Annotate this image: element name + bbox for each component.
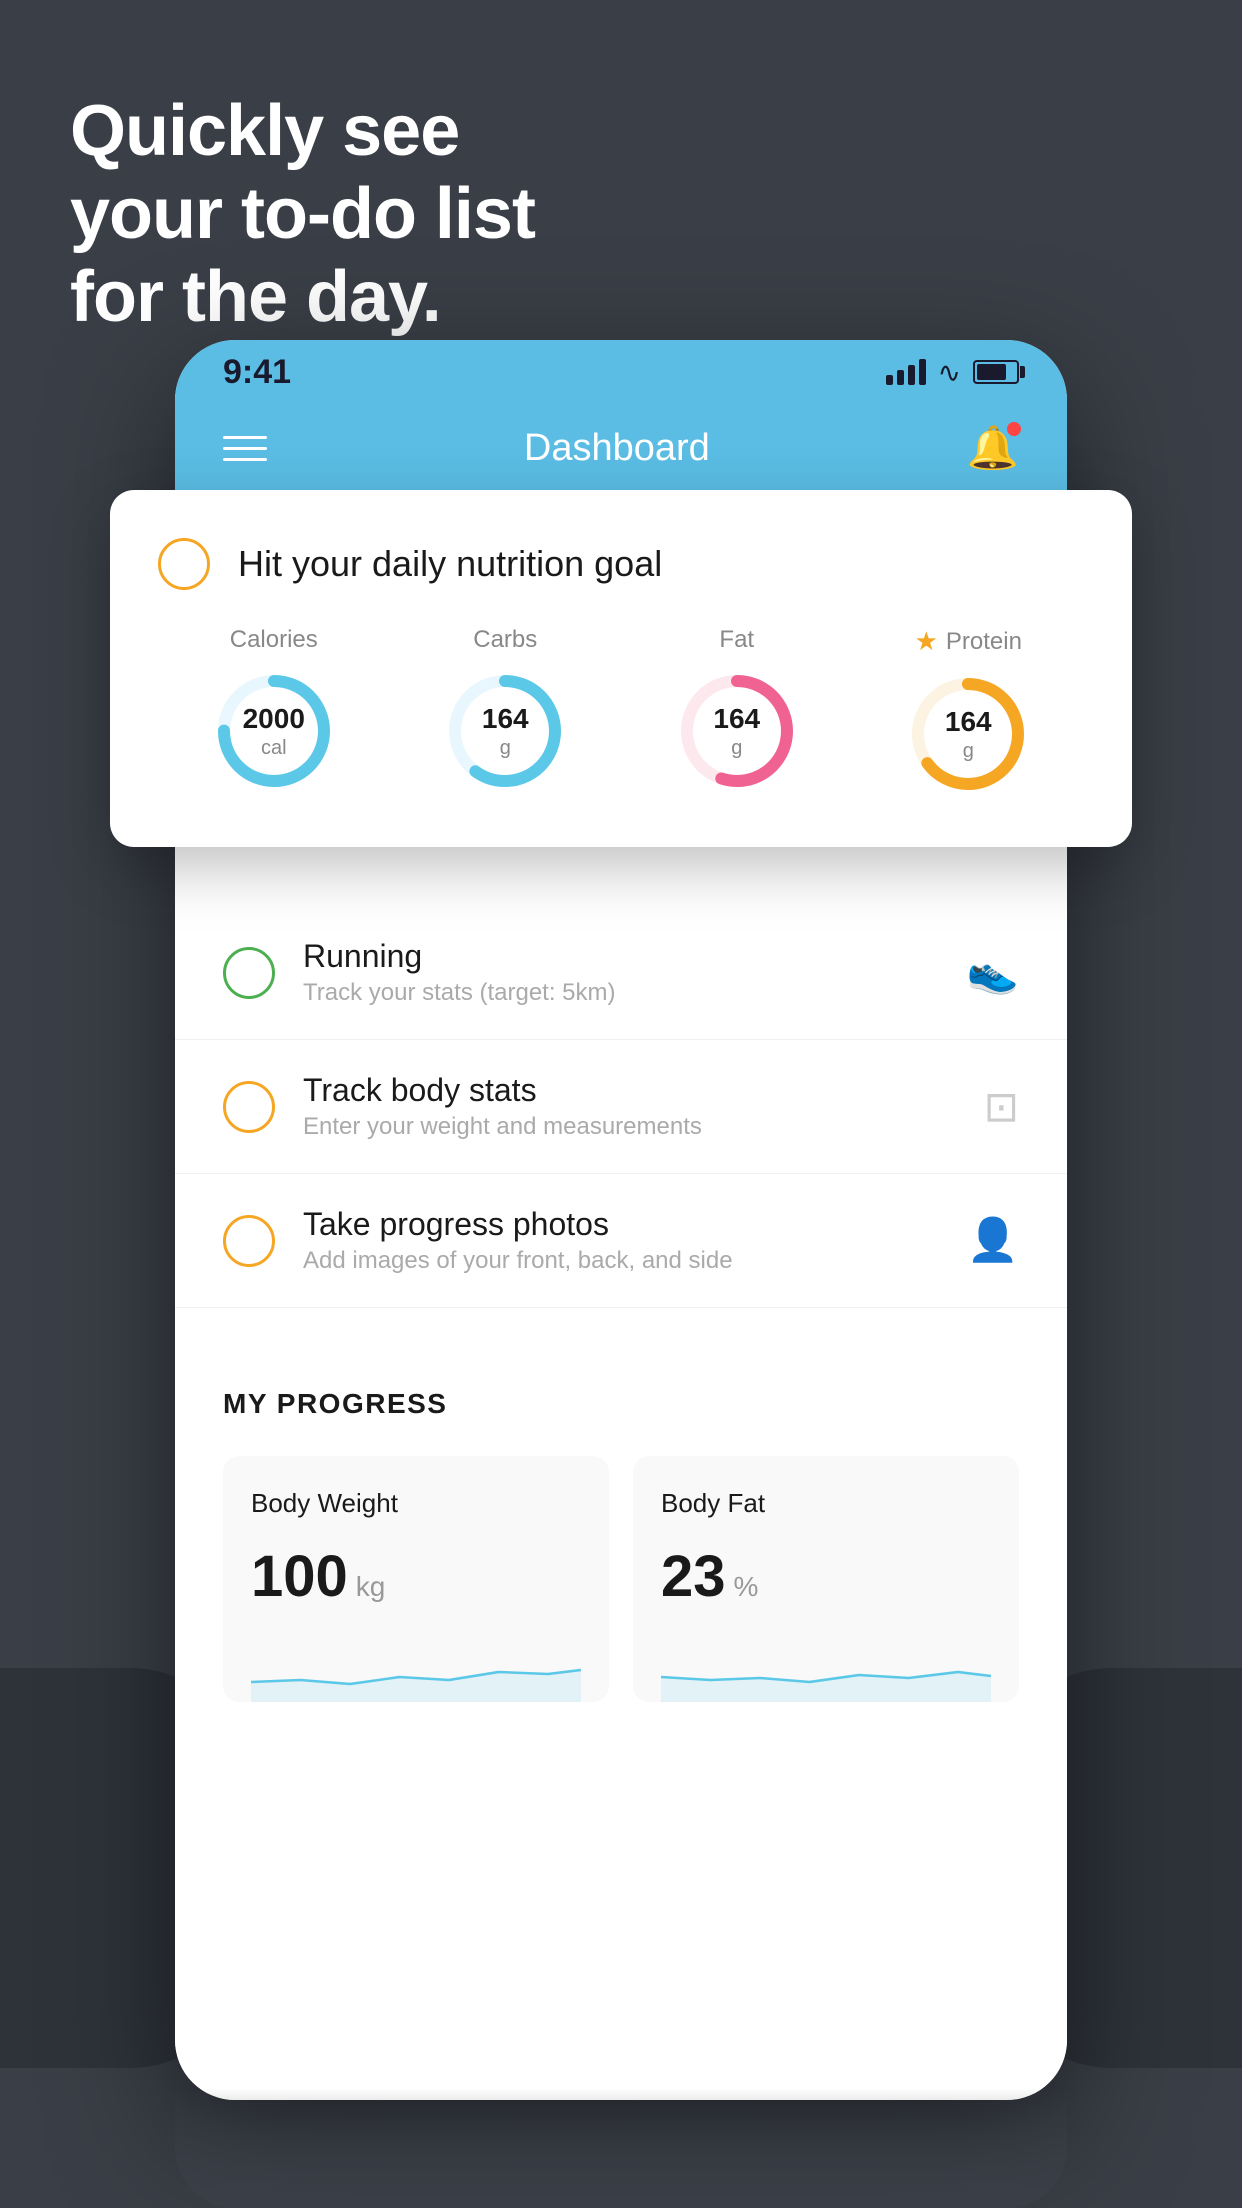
- progress-header: MY PROGRESS: [223, 1388, 1019, 1420]
- hero-line2: your to-do list: [70, 173, 535, 256]
- todo-sub-body-stats: Enter your weight and measurements: [303, 1113, 984, 1141]
- body-fat-unit: %: [734, 1571, 759, 1603]
- body-weight-value-row: 100 kg: [251, 1543, 581, 1610]
- body-fat-value: 23: [661, 1543, 726, 1610]
- todo-list: Running Track your stats (target: 5km) 👟…: [175, 906, 1067, 1308]
- protein-center: 164 g: [945, 705, 992, 763]
- nutrition-carbs: Carbs 164 g: [440, 626, 570, 796]
- nav-title: Dashboard: [524, 427, 710, 470]
- todo-title-running: Running: [303, 938, 967, 975]
- carbs-center: 164 g: [482, 702, 529, 760]
- todo-checkbox-photos[interactable]: [223, 1215, 275, 1267]
- nutrition-fat: Fat 164 g: [672, 626, 802, 796]
- todo-checkbox-running[interactable]: [223, 947, 275, 999]
- nutrition-protein: ★ Protein 164 g: [903, 626, 1033, 799]
- todo-sub-running: Track your stats (target: 5km): [303, 979, 967, 1007]
- phone-bottom-overlay: [175, 2088, 1067, 2208]
- body-fat-card[interactable]: Body Fat 23 %: [633, 1456, 1019, 1702]
- body-weight-unit: kg: [356, 1571, 386, 1603]
- carbs-donut: 164 g: [440, 666, 570, 796]
- hamburger-menu[interactable]: [223, 436, 267, 461]
- nutrition-card: Hit your daily nutrition goal Calories 2…: [110, 490, 1132, 847]
- status-bar: 9:41 ∿: [175, 340, 1067, 404]
- todo-sub-photos: Add images of your front, back, and side: [303, 1247, 967, 1275]
- progress-cards: Body Weight 100 kg Body Fat: [223, 1456, 1019, 1702]
- hero-text: Quickly see your to-do list for the day.: [70, 90, 535, 338]
- wifi-icon: ∿: [938, 356, 961, 389]
- nutrition-card-header: Hit your daily nutrition goal: [158, 538, 1084, 590]
- todo-title-photos: Take progress photos: [303, 1206, 967, 1243]
- status-icons: ∿: [886, 356, 1019, 389]
- status-time: 9:41: [223, 353, 291, 392]
- protein-donut: 164 g: [903, 669, 1033, 799]
- fat-donut: 164 g: [672, 666, 802, 796]
- body-fat-value-row: 23 %: [661, 1543, 991, 1610]
- calories-center: 2000 cal: [243, 702, 305, 760]
- todo-item-content: Track body stats Enter your weight and m…: [303, 1072, 984, 1141]
- protein-label: ★ Protein: [915, 626, 1022, 657]
- nutrition-calories: Calories 2000 cal: [209, 626, 339, 796]
- hamburger-line: [223, 436, 267, 439]
- nutrition-card-title: Hit your daily nutrition goal: [238, 543, 662, 585]
- body-weight-card[interactable]: Body Weight 100 kg: [223, 1456, 609, 1702]
- hero-line3: for the day.: [70, 256, 535, 339]
- running-icon: 👟: [967, 948, 1019, 997]
- hamburger-line: [223, 447, 267, 450]
- calories-donut: 2000 cal: [209, 666, 339, 796]
- todo-item-photos[interactable]: Take progress photos Add images of your …: [175, 1174, 1067, 1308]
- body-weight-chart: [251, 1642, 581, 1702]
- carbs-label: Carbs: [473, 626, 537, 654]
- todo-item-running[interactable]: Running Track your stats (target: 5km) 👟: [175, 906, 1067, 1040]
- calories-label: Calories: [230, 626, 318, 654]
- nutrition-checkbox[interactable]: [158, 538, 210, 590]
- person-icon: 👤: [967, 1216, 1019, 1265]
- todo-item-content: Take progress photos Add images of your …: [303, 1206, 967, 1275]
- hero-line1: Quickly see: [70, 90, 535, 173]
- body-weight-value: 100: [251, 1543, 348, 1610]
- star-icon: ★: [915, 626, 938, 657]
- scale-icon: ⊡: [984, 1082, 1019, 1131]
- todo-item-body-stats[interactable]: Track body stats Enter your weight and m…: [175, 1040, 1067, 1174]
- body-weight-title: Body Weight: [251, 1488, 581, 1519]
- nutrition-circles: Calories 2000 cal Carbs: [158, 626, 1084, 799]
- body-fat-chart: [661, 1642, 991, 1702]
- fat-center: 164 g: [713, 702, 760, 760]
- body-fat-title: Body Fat: [661, 1488, 991, 1519]
- fat-label: Fat: [719, 626, 754, 654]
- todo-item-content: Running Track your stats (target: 5km): [303, 938, 967, 1007]
- progress-section: MY PROGRESS Body Weight 100 kg: [175, 1340, 1067, 1726]
- notification-bell[interactable]: 🔔: [967, 424, 1019, 473]
- hamburger-line: [223, 458, 267, 461]
- notification-dot: [1007, 422, 1021, 436]
- nav-bar: Dashboard 🔔: [175, 404, 1067, 492]
- todo-title-body-stats: Track body stats: [303, 1072, 984, 1109]
- signal-icon: [886, 359, 926, 385]
- todo-checkbox-body-stats[interactable]: [223, 1081, 275, 1133]
- battery-icon: [973, 360, 1019, 384]
